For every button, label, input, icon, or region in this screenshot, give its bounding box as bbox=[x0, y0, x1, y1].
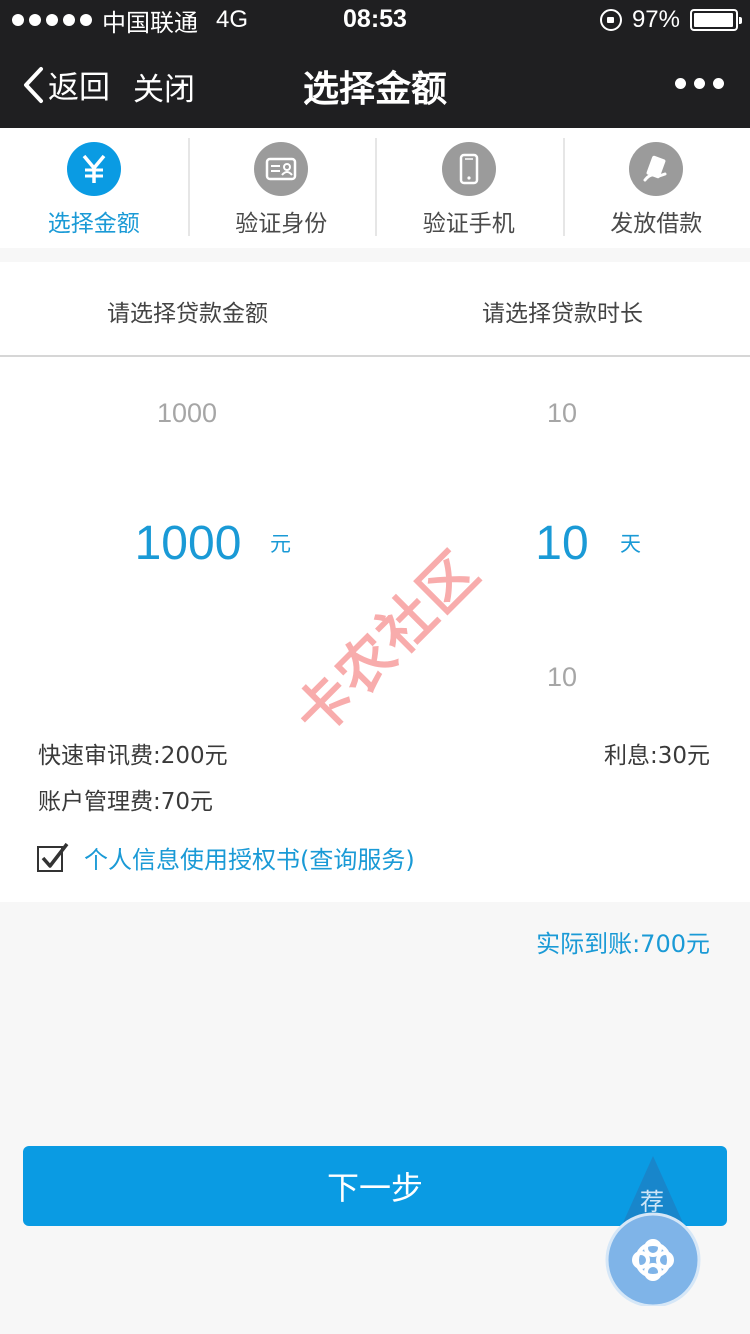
checkbox-checked-icon bbox=[37, 842, 69, 872]
amount-option-above[interactable]: 1000 bbox=[87, 398, 287, 429]
money-icon bbox=[629, 142, 684, 196]
more-dot bbox=[694, 78, 705, 89]
step-verify-phone: 验证手机 bbox=[375, 128, 563, 248]
step-label: 验证身份 bbox=[235, 211, 328, 237]
amount-header: 请选择贷款金额 bbox=[107, 301, 268, 327]
battery-percent: 97% bbox=[631, 6, 680, 33]
step-indicator: 选择金额 验证身份 验证手机 发放借款 bbox=[0, 128, 750, 248]
phone-icon bbox=[441, 142, 496, 196]
status-right: 97% bbox=[599, 6, 742, 34]
amount-selected[interactable]: 1000 bbox=[108, 516, 268, 571]
step-label: 验证手机 bbox=[422, 211, 515, 237]
step-disburse-loan: 发放借款 bbox=[562, 128, 750, 248]
yuan-icon bbox=[66, 142, 121, 196]
more-options-button[interactable] bbox=[675, 78, 724, 89]
header-divider bbox=[0, 355, 750, 357]
agreement-link[interactable]: 个人信息使用授权书(查询服务) bbox=[84, 840, 415, 875]
interest-amount: 利息:30元 bbox=[603, 743, 710, 769]
term-option-above[interactable]: 10 bbox=[462, 398, 662, 429]
review-fee: 快速审讯费:200元 bbox=[38, 743, 228, 769]
more-dot bbox=[713, 78, 724, 89]
account-management-fee: 账户管理费:70元 bbox=[38, 789, 214, 815]
recommend-floating-button[interactable]: 荐 bbox=[604, 1156, 702, 1308]
loan-selection-panel: 请选择贷款金额 请选择贷款时长 1000 1000 元 10 10 天 10 快… bbox=[0, 262, 750, 902]
actual-received-amount: 实际到账:700元 bbox=[536, 930, 710, 958]
recommend-label: 荐 bbox=[640, 1188, 664, 1216]
step-label: 选择金额 bbox=[47, 211, 140, 237]
step-verify-identity: 验证身份 bbox=[187, 128, 376, 248]
page-title: 选择金额 bbox=[302, 69, 447, 110]
rotation-lock-icon bbox=[599, 9, 622, 31]
navigation-bar: 返回 关闭 选择金额 bbox=[0, 40, 750, 128]
unicom-logo-icon bbox=[605, 1156, 701, 1308]
more-dot bbox=[675, 78, 686, 89]
id-card-icon bbox=[254, 142, 309, 196]
agreement-checkbox[interactable]: 个人信息使用授权书(查询服务) bbox=[36, 840, 415, 875]
step-select-amount: 选择金额 bbox=[0, 128, 188, 248]
term-option-below[interactable]: 10 bbox=[462, 662, 662, 693]
battery-icon bbox=[690, 9, 742, 31]
step-label: 发放借款 bbox=[610, 211, 703, 237]
term-selected[interactable]: 10 bbox=[512, 516, 612, 571]
term-unit: 天 bbox=[620, 532, 641, 556]
status-bar: 中国联通 4G 08:53 97% bbox=[0, 0, 750, 40]
term-header: 请选择贷款时长 bbox=[482, 301, 643, 327]
amount-unit: 元 bbox=[270, 532, 291, 556]
